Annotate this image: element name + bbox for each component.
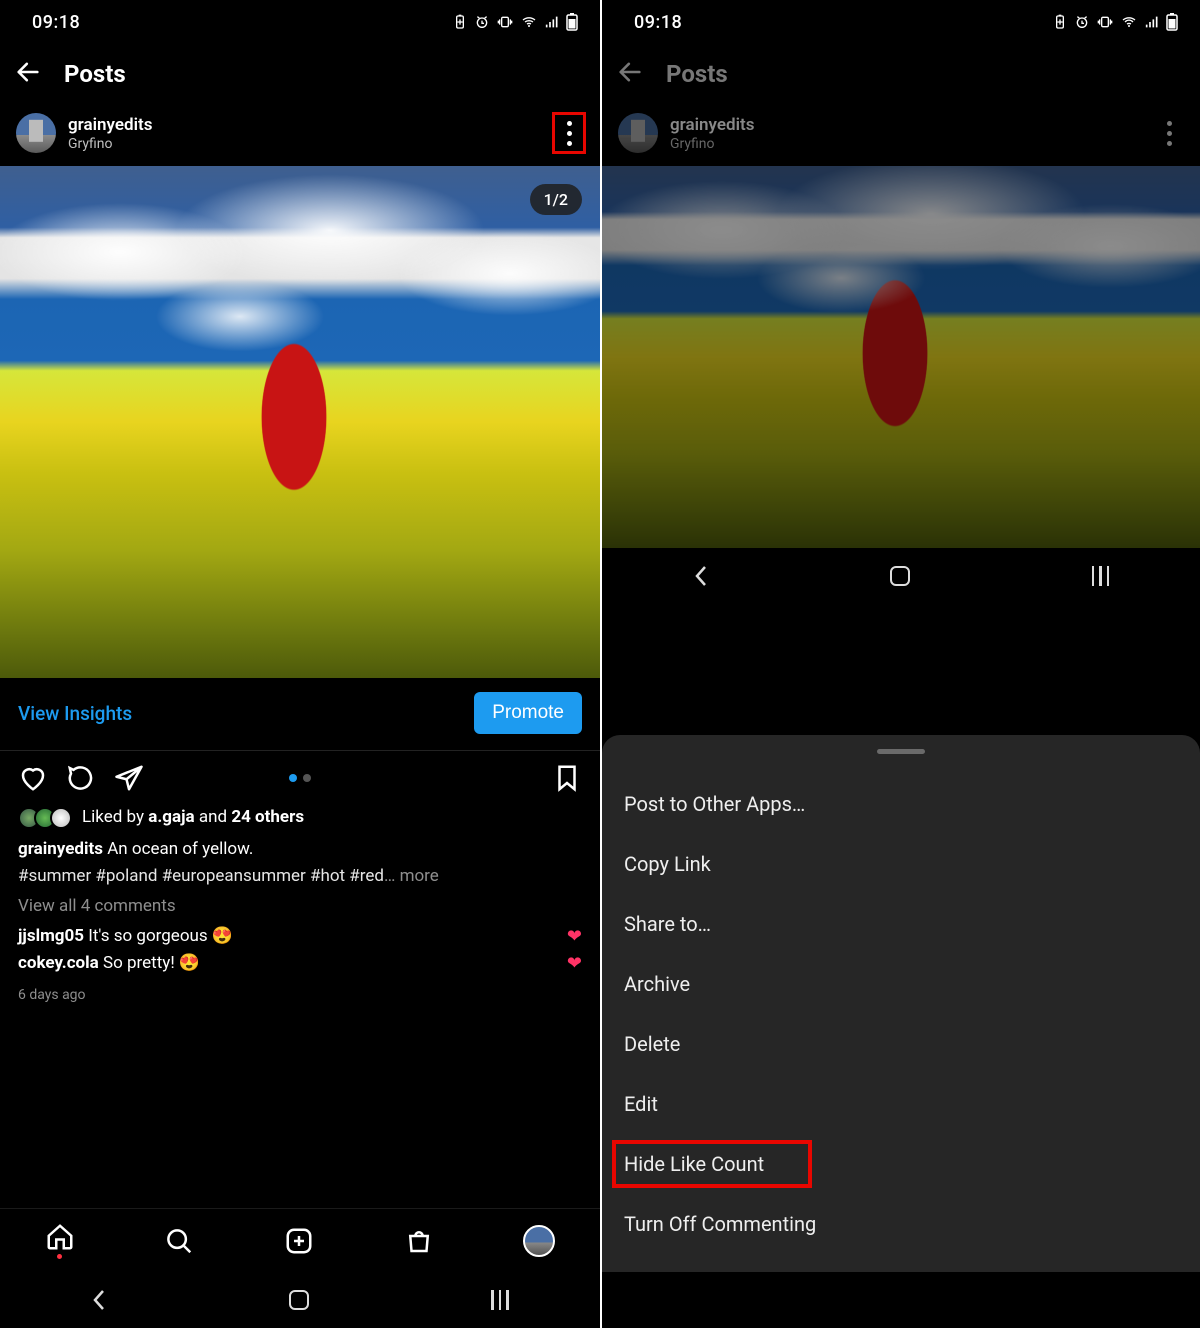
tab-create[interactable] [284,1226,314,1256]
post-timestamp: 6 days ago [18,985,582,1006]
battery-icon [566,13,578,31]
nav-recents-icon[interactable] [491,1290,509,1310]
wifi-icon [1120,14,1138,30]
nav-recents-icon[interactable] [1092,566,1110,586]
post-header: grainyedits Gryfino [0,104,600,166]
post-location: Gryfino [68,136,540,152]
sheet-delete[interactable]: Delete [602,1014,1200,1074]
sheet-archive[interactable]: Archive [602,954,1200,1014]
carousel-dots [289,774,311,782]
status-icons [1052,13,1178,31]
post-username: grainyedits [68,115,540,135]
status-icons [452,13,578,31]
post-hashtags[interactable]: #summer #poland #europeansummer #hot #re… [18,864,582,890]
sheet-handle[interactable] [877,749,925,754]
android-nav-bar [0,1272,600,1328]
post-location: Gryfino [670,136,1140,152]
share-icon[interactable] [114,763,144,793]
sheet-copy-link[interactable]: Copy Link [602,834,1200,894]
post-username: grainyedits [670,115,1140,135]
signal-icon [544,14,560,30]
liked-by-text: Liked by a.gaja and 24 others [82,805,304,831]
battery-icon [1166,13,1178,31]
sheet-turn-off-commenting[interactable]: Turn Off Commenting [602,1194,1200,1254]
wifi-icon [520,14,538,30]
carousel-counter: 1/2 [530,184,582,215]
post-media[interactable]: 1/2 [0,166,600,678]
nav-home-icon[interactable] [890,566,910,586]
alarm-icon [1074,14,1090,30]
post-user-block[interactable]: grainyedits Gryfino [68,115,540,152]
battery-saver-icon [1052,14,1068,30]
profile-avatar-icon [523,1225,555,1257]
tab-search[interactable] [164,1226,194,1256]
options-bottom-sheet: Post to Other Apps… Copy Link Share to… … [602,735,1200,1272]
bookmark-icon[interactable] [552,763,582,793]
comment-like-icon[interactable]: ❤ [567,950,582,977]
back-arrow-icon[interactable] [616,58,644,90]
sheet-edit[interactable]: Edit [602,1074,1200,1134]
bottom-tab-bar [0,1208,600,1272]
kebab-icon [567,121,572,146]
page-title: Posts [666,60,728,88]
tab-profile[interactable] [523,1225,555,1257]
nav-back-icon[interactable] [91,1289,107,1311]
sheet-hide-like-count[interactable]: Hide Like Count [602,1134,1200,1194]
sheet-share-to[interactable]: Share to… [602,894,1200,954]
author-avatar[interactable] [16,113,56,153]
insights-row: View Insights Promote [0,678,600,751]
home-notification-dot [57,1254,62,1259]
status-time: 09:18 [32,12,80,33]
android-nav-bar [602,548,1200,604]
back-arrow-icon[interactable] [14,58,42,90]
promote-button[interactable]: Promote [474,692,582,734]
post-caption: grainyedits An ocean of yellow. [18,837,582,863]
nav-back-icon[interactable] [693,565,709,587]
comment-1[interactable]: jjslmg05 It's so gorgeous 😍 ❤ [18,923,582,950]
liker-avatars [18,807,72,829]
vibrate-icon [496,14,514,30]
post-photo [602,166,1200,548]
page-title: Posts [64,60,126,88]
phone-right: 09:18 Posts [600,0,1200,1328]
comment-like-icon[interactable]: ❤ [567,923,582,950]
post-meta: Liked by a.gaja and 24 others grainyedit… [0,801,600,1006]
status-time: 09:18 [634,12,682,33]
app-header: Posts [602,44,1200,104]
view-all-comments[interactable]: View all 4 comments [18,894,582,920]
phone-left: 09:18 Posts [0,0,600,1328]
status-bar: 09:18 [0,0,600,44]
app-header: Posts [0,44,600,104]
post-user-block[interactable]: grainyedits Gryfino [670,115,1140,152]
comment-icon[interactable] [66,763,96,793]
tab-shop[interactable] [404,1226,434,1256]
author-avatar[interactable] [618,113,658,153]
nav-home-icon[interactable] [289,1290,309,1310]
more-options-button[interactable] [552,112,586,154]
battery-saver-icon [452,14,468,30]
tab-home[interactable] [45,1222,75,1259]
view-insights-link[interactable]: View Insights [18,702,132,725]
liked-by-row[interactable]: Liked by a.gaja and 24 others [18,805,582,831]
post-photo [0,166,600,678]
sheet-post-other-apps[interactable]: Post to Other Apps… [602,774,1200,834]
post-actions [0,751,600,801]
alarm-icon [474,14,490,30]
signal-icon [1144,14,1160,30]
more-options-button[interactable] [1152,112,1186,154]
comment-2[interactable]: cokey.cola So pretty! 😍 ❤ [18,950,582,977]
status-bar: 09:18 [602,0,1200,44]
kebab-icon [1167,121,1172,146]
post-header: grainyedits Gryfino [602,104,1200,166]
like-icon[interactable] [18,763,48,793]
vibrate-icon [1096,14,1114,30]
post-media [602,166,1200,548]
